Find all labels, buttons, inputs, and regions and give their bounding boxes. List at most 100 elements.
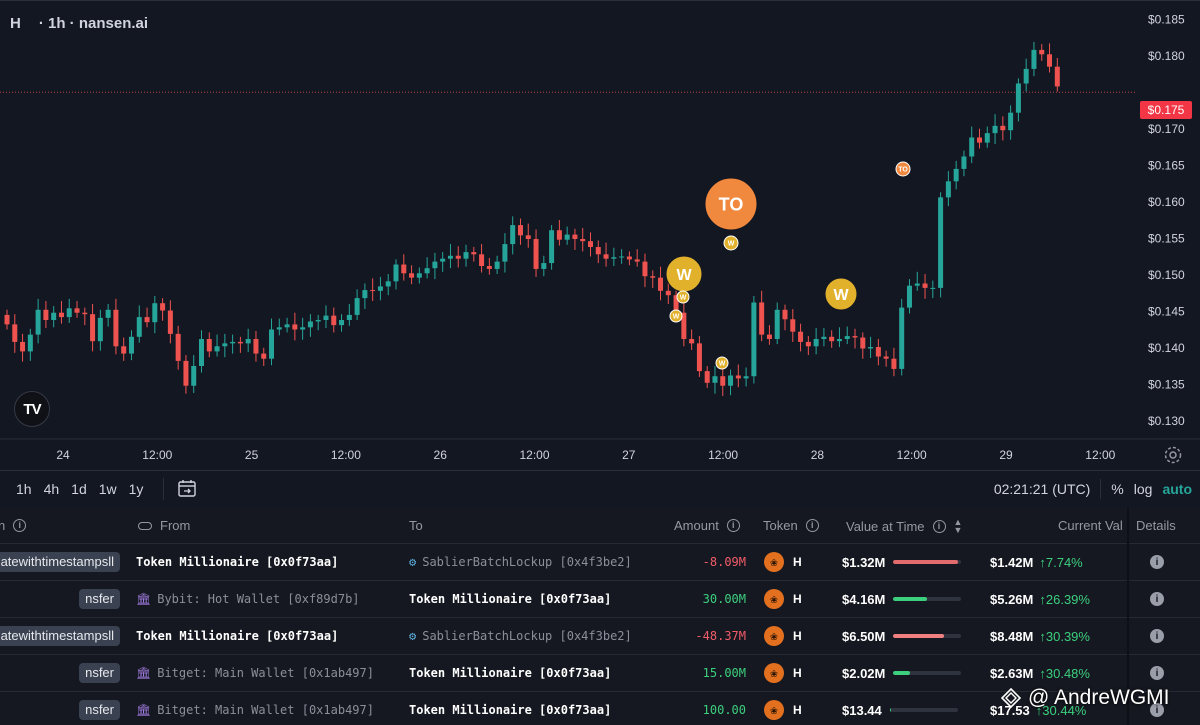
details-info-icon[interactable]: i xyxy=(1150,592,1164,606)
from-cell[interactable]: Token Millionaire [0x0f73aa] xyxy=(136,618,338,654)
from-cell[interactable]: 🏛 Bitget: Main Wallet [0x1ab497] xyxy=(136,655,374,691)
time-axis-label: 25 xyxy=(245,448,259,462)
candle-body xyxy=(1039,49,1045,55)
column-header-value-at-time[interactable]: Value at Time i ▲ ▼ xyxy=(846,518,963,535)
auto-scale-toggle[interactable]: auto xyxy=(1162,481,1192,497)
candle-body xyxy=(704,371,710,383)
column-header-type[interactable]: ni xyxy=(0,518,27,533)
from-address-link[interactable]: Token Millionaire [0x0f73aa] xyxy=(136,629,338,643)
column-header-from[interactable]: From xyxy=(138,518,190,533)
value-bar xyxy=(893,671,962,675)
candle-body xyxy=(1023,68,1029,84)
table-row[interactable]: nsfer 🏛 Bybit: Hot Wallet [0xf89d7b] Token … xyxy=(0,581,1200,618)
candle-body xyxy=(292,324,298,330)
details-cell[interactable]: i xyxy=(1150,618,1164,654)
to-cell[interactable]: Token Millionaire [0x0f73aa] xyxy=(409,581,611,617)
candle-body xyxy=(323,315,329,321)
column-header-to[interactable]: To xyxy=(409,518,423,533)
to-address-link[interactable]: Token Millionaire [0x0f73aa] xyxy=(409,703,611,717)
from-address-link[interactable]: Bybit: Hot Wallet [0xf89d7b] xyxy=(157,592,359,606)
transaction-type-badge[interactable]: atewithtimestampsll xyxy=(0,626,120,646)
table-row[interactable]: atewithtimestampsll Token Millionaire [0x… xyxy=(0,544,1200,581)
to-address-link[interactable]: SablierBatchLockup [0x4f3be2] xyxy=(422,555,632,569)
candle-body xyxy=(564,234,570,240)
from-address-link[interactable]: Token Millionaire [0x0f73aa] xyxy=(136,555,338,569)
value-at-time-cell: $13.44 xyxy=(842,692,958,725)
to-cell[interactable]: Token Millionaire [0x0f73aa] xyxy=(409,655,611,691)
time-axis-label: 12:00 xyxy=(897,448,927,462)
token-cell[interactable]: ❀ H xyxy=(764,692,802,725)
info-icon[interactable]: i xyxy=(13,519,27,532)
column-header-token[interactable]: Token i xyxy=(763,518,819,533)
timeframe-1w-button[interactable]: 1w xyxy=(99,481,117,497)
from-cell[interactable]: 🏛 Bitget: Main Wallet [0x1ab497] xyxy=(136,692,374,725)
timeframe-1d-button[interactable]: 1d xyxy=(71,481,87,497)
candle-body xyxy=(556,230,562,240)
transaction-type-badge[interactable]: atewithtimestampsll xyxy=(0,552,120,572)
candle-body xyxy=(385,281,391,287)
from-address-link[interactable]: Bitget: Main Wallet [0x1ab497] xyxy=(157,703,374,717)
candle-body xyxy=(4,314,10,325)
price-axis-label: $0.135 xyxy=(1148,377,1185,391)
details-info-icon[interactable]: i xyxy=(1150,666,1164,680)
token-cell[interactable]: ❀ H xyxy=(764,618,802,654)
utc-clock[interactable]: 02:21:21 (UTC) xyxy=(994,481,1090,497)
from-cell[interactable]: Token Millionaire [0x0f73aa] xyxy=(136,544,338,580)
toolbar-right-group: 02:21:21 (UTC) % log auto xyxy=(994,471,1192,507)
to-address-link[interactable]: SablierBatchLockup [0x4f3be2] xyxy=(422,629,632,643)
candle-body xyxy=(152,303,158,323)
column-header-current-value[interactable]: Current Val xyxy=(1058,518,1123,533)
current-value: $2.63M xyxy=(990,665,1034,681)
token-cell[interactable]: ❀ H xyxy=(764,544,802,580)
candle-body xyxy=(245,338,251,344)
event-marker-label: TO xyxy=(898,167,908,174)
candle-body xyxy=(1015,83,1021,113)
to-address-link[interactable]: Token Millionaire [0x0f73aa] xyxy=(409,666,611,680)
transaction-type-badge[interactable]: nsfer xyxy=(79,663,120,683)
value-at-time-cell: $1.32M xyxy=(842,544,962,580)
to-address-link[interactable]: Token Millionaire [0x0f73aa] xyxy=(409,592,611,606)
log-scale-toggle[interactable]: log xyxy=(1134,481,1153,497)
price-chart[interactable]: $0.185 $0.180 $0.170 $0.165 $0.160 $0.155 $0.1… xyxy=(0,0,1200,469)
timeframe-4h-button[interactable]: 4h xyxy=(44,481,60,497)
token-cell[interactable]: ❀ H xyxy=(764,655,802,691)
bank-icon: 🏛 xyxy=(136,703,152,717)
from-address-link[interactable]: Bitget: Main Wallet [0x1ab497] xyxy=(157,666,374,680)
column-header-details[interactable]: Details xyxy=(1136,518,1176,533)
column-header-amount[interactable]: Amount i xyxy=(674,518,740,533)
candle-body xyxy=(58,312,64,318)
time-axis-label: 29 xyxy=(999,448,1013,462)
candlestick-chart-canvas[interactable]: $0.185 $0.180 $0.170 $0.165 $0.160 $0.155 $0.1… xyxy=(0,1,1200,469)
percent-scale-toggle[interactable]: % xyxy=(1111,481,1123,497)
to-cell[interactable]: Token Millionaire [0x0f73aa] xyxy=(409,692,611,725)
info-icon[interactable]: i xyxy=(726,519,740,532)
transaction-type-badge[interactable]: nsfer xyxy=(79,589,120,609)
table-row[interactable]: atewithtimestampsll Token Millionaire [0x… xyxy=(0,618,1200,655)
details-cell[interactable]: i xyxy=(1150,544,1164,580)
info-icon[interactable]: i xyxy=(805,519,819,532)
transaction-type-badge[interactable]: nsfer xyxy=(79,700,120,720)
sort-icon[interactable]: ▲ ▼ xyxy=(954,518,963,535)
to-cell[interactable]: ⚙ SablierBatchLockup [0x4f3be2] xyxy=(409,618,632,654)
timeframe-1h-button[interactable]: 1h xyxy=(16,481,32,497)
token-cell[interactable]: ❀ H xyxy=(764,581,802,617)
price-axis-label: $0.180 xyxy=(1148,49,1185,63)
candle-body xyxy=(214,346,220,352)
candle-body xyxy=(121,346,127,354)
event-marker-label: W xyxy=(719,361,726,368)
toolbar-divider xyxy=(1100,479,1102,499)
date-range-calendar-icon[interactable] xyxy=(176,478,198,500)
candle-body xyxy=(875,347,881,357)
tradingview-logo-icon[interactable]: TV xyxy=(14,391,50,427)
settings-gear-icon[interactable] xyxy=(1163,445,1183,465)
details-cell[interactable]: i xyxy=(1150,581,1164,617)
to-cell[interactable]: ⚙ SablierBatchLockup [0x4f3be2] xyxy=(409,544,632,580)
details-info-icon[interactable]: i xyxy=(1150,629,1164,643)
details-info-icon[interactable]: i xyxy=(1150,555,1164,569)
from-cell[interactable]: 🏛 Bybit: Hot Wallet [0xf89d7b] xyxy=(136,581,360,617)
info-icon[interactable]: i xyxy=(932,519,946,533)
timeframe-1y-button[interactable]: 1y xyxy=(129,481,144,497)
label-toggle-icon[interactable] xyxy=(138,521,152,530)
candle-body xyxy=(720,376,726,386)
value-bar xyxy=(889,708,958,712)
